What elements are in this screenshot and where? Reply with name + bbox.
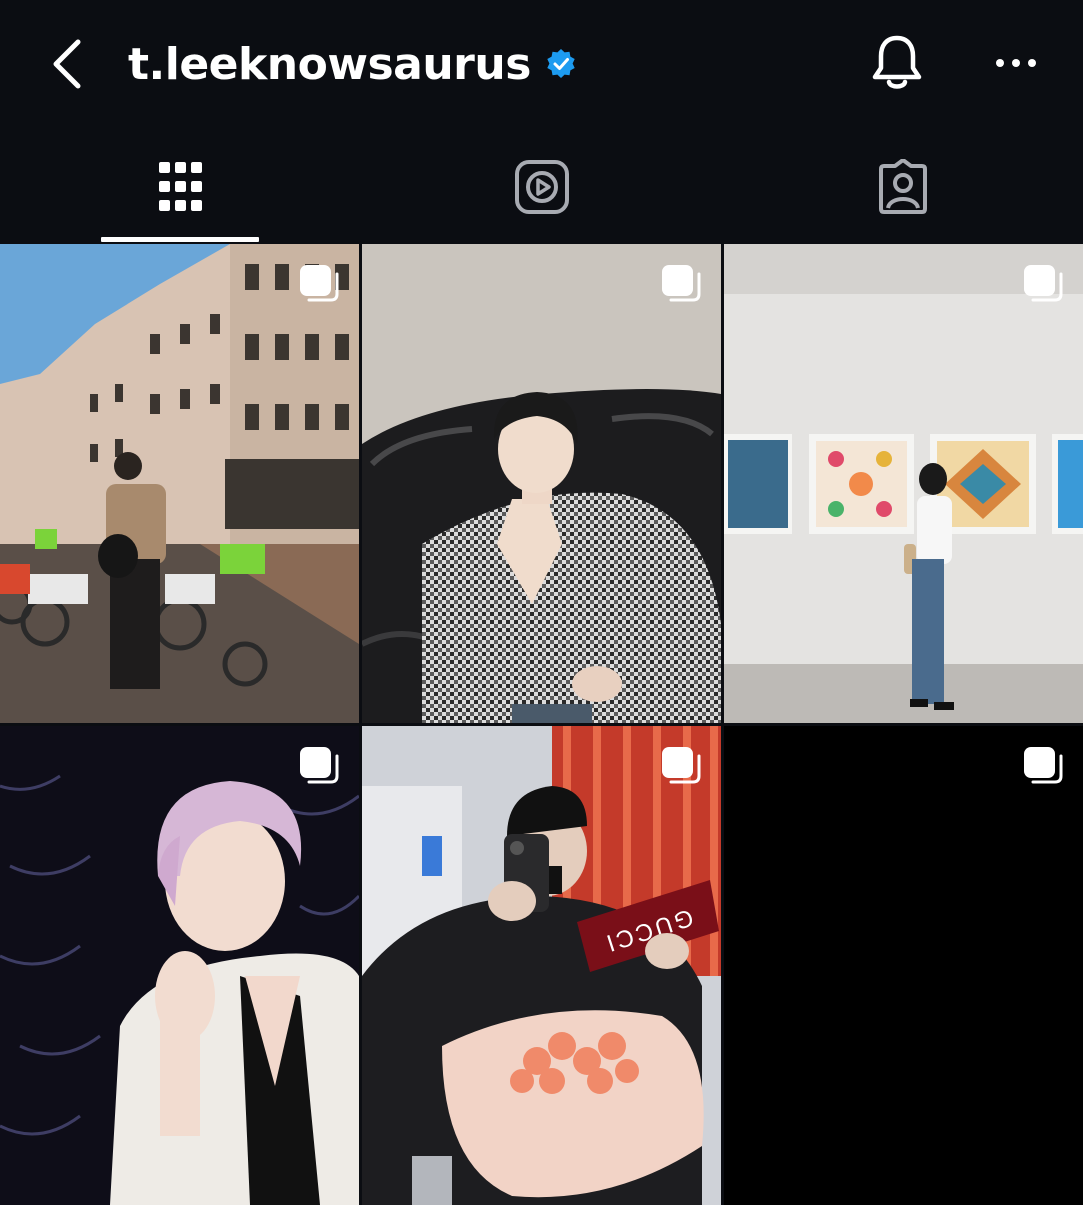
username: t.leeknowsaurus: [128, 38, 531, 90]
post-tile[interactable]: [724, 726, 1083, 1205]
post-photo-gallery: [724, 244, 1083, 723]
post-photo-street: [0, 244, 359, 723]
post-tile[interactable]: GUCCI: [362, 726, 721, 1205]
multiple-photos-icon: [300, 747, 339, 784]
profile-title: t.leeknowsaurus: [128, 34, 577, 94]
multiple-photos-icon: [1024, 747, 1063, 784]
profile-tabs: [0, 130, 1083, 244]
multiple-photos-icon: [300, 265, 339, 302]
post-tile[interactable]: [0, 726, 359, 1205]
post-photo-stage: [0, 726, 359, 1205]
bell-icon: [872, 35, 922, 89]
post-tile[interactable]: [0, 244, 359, 723]
back-button[interactable]: [44, 36, 92, 92]
notifications-button[interactable]: [868, 32, 926, 94]
tab-reels[interactable]: [361, 130, 722, 244]
multiple-photos-icon: [662, 747, 701, 784]
tab-posts[interactable]: [0, 130, 361, 244]
post-tile[interactable]: [724, 244, 1083, 723]
post-photo-couch: [362, 244, 721, 723]
profile-header: t.leeknowsaurus: [0, 0, 1083, 130]
posts-grid: GUCCI: [0, 244, 1083, 1205]
more-horizontal-icon: [996, 59, 1036, 67]
more-options-button[interactable]: [988, 40, 1044, 86]
post-tile[interactable]: [362, 244, 721, 723]
post-photo-selfie: GUCCI: [362, 726, 721, 1205]
grid-icon: [158, 162, 202, 211]
verified-badge-icon: [547, 49, 575, 78]
multiple-photos-icon: [1024, 265, 1063, 302]
tagged-icon: [878, 159, 927, 214]
active-tab-indicator: [101, 237, 259, 242]
multiple-photos-icon: [662, 265, 701, 302]
tab-tagged[interactable]: [722, 130, 1083, 244]
reels-icon: [514, 160, 569, 214]
chevron-left-icon: [53, 39, 81, 89]
